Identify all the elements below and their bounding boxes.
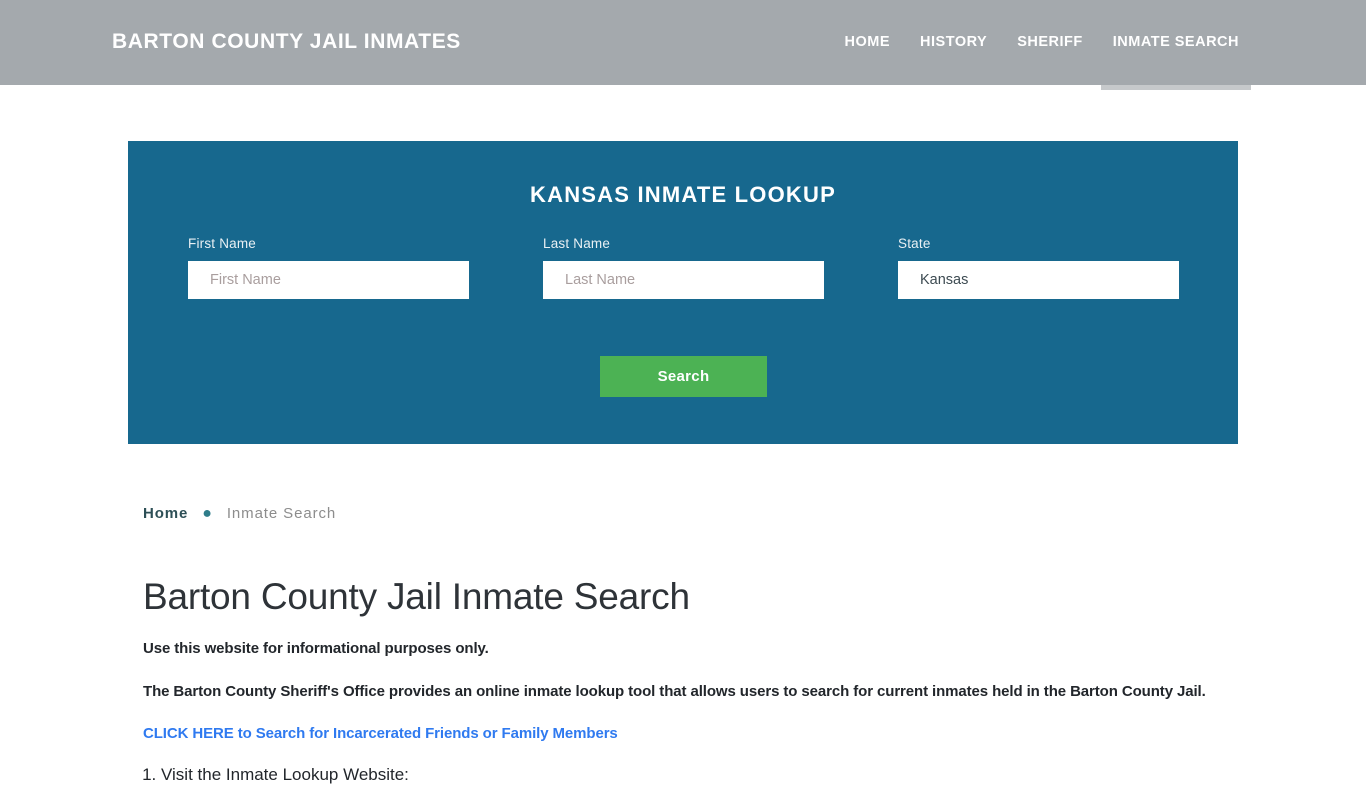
first-name-label: First Name xyxy=(188,236,257,251)
first-name-field-group: First Name xyxy=(188,236,469,299)
intro-paragraph: The Barton County Sheriff's Office provi… xyxy=(143,683,1206,701)
search-submit-button[interactable]: Search xyxy=(600,356,767,397)
header-inner: BARTON COUNTY JAIL INMATES HOME HISTORY … xyxy=(0,0,1366,90)
breadcrumb-home-link[interactable]: Home xyxy=(143,505,188,522)
breadcrumb: Home ● Inmate Search xyxy=(143,505,336,522)
list-item: Visit the Inmate Lookup Website: xyxy=(161,763,1243,788)
page-title: Barton County Jail Inmate Search xyxy=(143,576,690,617)
main-content: Barton County Jail Inmate Search Use thi… xyxy=(143,575,1243,788)
disclaimer-paragraph: Use this website for informational purpo… xyxy=(143,640,489,658)
nav-item-history[interactable]: HISTORY xyxy=(905,0,1002,85)
state-select[interactable]: Kansas xyxy=(898,261,1179,299)
last-name-field-group: Last Name xyxy=(543,236,824,299)
breadcrumb-separator-icon: ● xyxy=(202,504,213,522)
inmate-search-panel: KANSAS INMATE LOOKUP First Name Last Nam… xyxy=(128,141,1238,444)
last-name-label: Last Name xyxy=(543,236,611,251)
inmate-search-cta-link[interactable]: CLICK HERE to Search for Incarcerated Fr… xyxy=(143,702,1243,742)
lookup-steps-list: Visit the Inmate Lookup Website: xyxy=(143,742,1243,788)
site-header: BARTON COUNTY JAIL INMATES HOME HISTORY … xyxy=(0,0,1366,90)
nav-item-home[interactable]: HOME xyxy=(830,0,906,85)
main-navigation: HOME HISTORY SHERIFF INMATE SEARCH xyxy=(830,0,1254,90)
nav-item-sheriff[interactable]: SHERIFF xyxy=(1002,0,1098,85)
last-name-input[interactable] xyxy=(543,261,824,299)
site-brand-title[interactable]: BARTON COUNTY JAIL INMATES xyxy=(112,30,461,54)
state-field-group: State Kansas xyxy=(898,236,1179,299)
nav-item-inmate-search[interactable]: INMATE SEARCH xyxy=(1098,0,1254,90)
breadcrumb-current-page: Inmate Search xyxy=(226,505,337,522)
state-label: State xyxy=(898,236,931,251)
search-panel-title: KANSAS INMATE LOOKUP xyxy=(530,182,836,207)
first-name-input[interactable] xyxy=(188,261,469,299)
